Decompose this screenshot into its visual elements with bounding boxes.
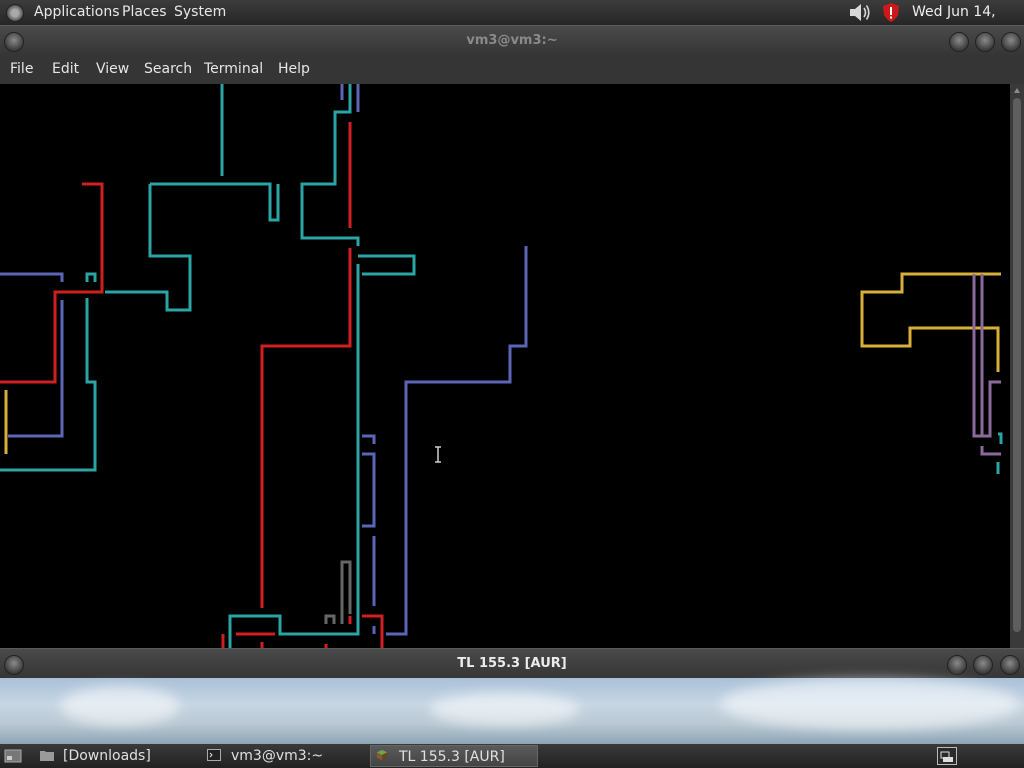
tl-window-content[interactable] [0, 678, 1024, 744]
terminal-content[interactable] [0, 84, 1010, 648]
cloud-shape [430, 692, 580, 726]
menu-applications[interactable]: Applications [34, 0, 120, 25]
minimize-button[interactable] [949, 32, 969, 52]
tl-window-title: TL 155.3 [AUR] [457, 656, 567, 671]
gray-pipes [324, 560, 352, 624]
cloud-shape [60, 686, 180, 726]
maximize-button[interactable] [975, 32, 995, 52]
shield-alert-icon[interactable] [881, 2, 901, 23]
red-pipes [0, 122, 384, 648]
menu-view[interactable]: View [96, 56, 129, 82]
terminal-menubar: File Edit View Search Terminal Help [0, 56, 1024, 84]
taskbar-item-tl-155[interactable]: TL 155.3 [AUR] [370, 745, 538, 767]
tl-close-button[interactable] [1000, 655, 1020, 675]
scrollbar-thumb[interactable] [1013, 98, 1021, 632]
tl-window-titlebar[interactable]: TL 155.3 [AUR] [0, 648, 1024, 679]
tl-maximize-button[interactable] [973, 655, 993, 675]
cloud-shape [720, 678, 1020, 730]
workspace-switcher-icon[interactable] [937, 747, 957, 765]
menu-edit[interactable]: Edit [52, 56, 79, 82]
folder-icon [40, 751, 54, 761]
close-button[interactable] [1001, 32, 1021, 52]
terminal-scrollbar[interactable] [1010, 84, 1024, 648]
yellow-pipes [4, 272, 1001, 454]
terminal-titlebar[interactable]: vm3@vm3:~ [0, 25, 1024, 56]
scroll-up-arrow-icon[interactable] [1013, 87, 1021, 95]
pipes-drawing [0, 84, 1003, 648]
menu-help[interactable]: Help [278, 56, 310, 82]
terminal-icon [207, 749, 221, 761]
teal-pipes [0, 84, 1003, 648]
text-cursor-icon [435, 446, 441, 463]
minecraft-block-icon [376, 749, 388, 761]
menu-terminal[interactable]: Terminal [204, 56, 263, 82]
menu-file[interactable]: File [10, 56, 33, 82]
taskbar-item-terminal[interactable]: vm3@vm3:~ [204, 745, 364, 767]
menu-system[interactable]: System [174, 0, 226, 25]
tl-minimize-button[interactable] [947, 655, 967, 675]
gnome-foot-icon[interactable] [6, 4, 24, 22]
menu-search[interactable]: Search [144, 56, 192, 82]
bottom-taskbar: [Downloads] vm3@vm3:~ TL 155.3 [AUR] [0, 744, 1024, 768]
menu-places[interactable]: Places [122, 0, 167, 25]
top-panel: Applications Places System Wed Jun 14, 0… [0, 0, 1024, 45]
show-desktop-icon[interactable] [4, 748, 22, 764]
taskbar-item-downloads[interactable]: [Downloads] [38, 745, 198, 767]
window-title: vm3@vm3:~ [466, 33, 558, 48]
volume-icon[interactable] [848, 3, 872, 22]
